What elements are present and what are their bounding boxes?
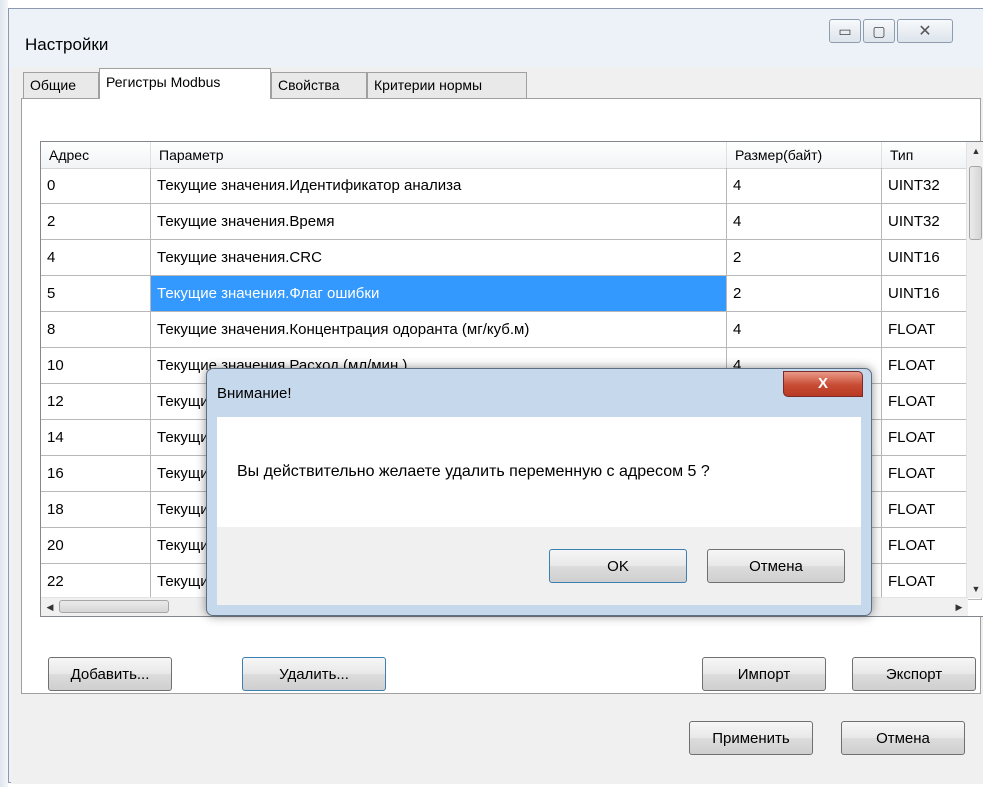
tab-general[interactable]: Общие xyxy=(23,72,99,98)
cancel-button[interactable]: Отмена xyxy=(841,721,965,755)
table-row[interactable]: 8 Текущие значения.Концентрация одоранта … xyxy=(41,312,982,348)
cell-address[interactable]: 2 xyxy=(41,204,151,240)
close-button[interactable]: ✕ xyxy=(897,19,953,43)
dialog-close-button[interactable]: X xyxy=(783,371,863,397)
table-row[interactable]: 0 Текущие значения.Идентификатор анализа 4… xyxy=(41,168,982,204)
table-row[interactable]: 4 Текущие значения.CRC 2 UINT16 xyxy=(41,240,982,276)
column-header-parameter[interactable]: Параметр xyxy=(151,142,727,168)
import-button[interactable]: Импорт xyxy=(702,657,826,691)
desktop-edge xyxy=(0,0,8,787)
cell-parameter[interactable]: Текущие значения.Концентрация одоранта (… xyxy=(151,312,727,348)
cell-size[interactable]: 2 xyxy=(727,276,882,312)
vertical-scrollbar[interactable]: ▲ ▼ xyxy=(966,142,983,598)
scroll-left-arrow-icon[interactable]: ◀ xyxy=(41,598,59,616)
minimize-button[interactable]: ▭ xyxy=(829,19,861,43)
cell-address[interactable]: 12 xyxy=(41,384,151,420)
delete-button[interactable]: Удалить... xyxy=(242,657,386,691)
cell-address[interactable]: 5 xyxy=(41,276,151,312)
cell-address[interactable]: 20 xyxy=(41,528,151,564)
cell-address[interactable]: 0 xyxy=(41,168,151,204)
column-header-size[interactable]: Размер(байт) xyxy=(727,142,882,168)
scroll-down-arrow-icon[interactable]: ▼ xyxy=(967,580,983,598)
cell-parameter[interactable]: Текущие значения.Идентификатор анализа xyxy=(151,168,727,204)
cell-size[interactable]: 4 xyxy=(727,168,882,204)
close-icon: ✕ xyxy=(918,23,932,40)
dialog-body: Вы действительно желаете удалить перемен… xyxy=(217,417,861,527)
scroll-right-arrow-icon[interactable]: ▶ xyxy=(950,598,968,616)
minimize-icon: ▭ xyxy=(838,22,852,39)
vertical-scroll-thumb[interactable] xyxy=(969,166,982,240)
cell-address[interactable]: 22 xyxy=(41,564,151,600)
dialog-cancel-button[interactable]: Отмена xyxy=(707,549,845,583)
dialog-title: Внимание! xyxy=(217,385,292,402)
confirm-delete-dialog: Внимание! X Вы действительно желаете уда… xyxy=(206,368,872,616)
table-row[interactable]: 5 Текущие значения.Флаг ошибки 2 UINT16 xyxy=(41,276,982,312)
dialog-ok-button[interactable]: OK xyxy=(549,549,687,583)
tab-norm-criteria[interactable]: Критерии нормы xyxy=(367,72,527,98)
cell-size[interactable]: 4 xyxy=(727,204,882,240)
dialog-message: Вы действительно желаете удалить перемен… xyxy=(237,463,710,480)
cell-size[interactable]: 2 xyxy=(727,240,882,276)
cell-address[interactable]: 10 xyxy=(41,348,151,384)
export-button[interactable]: Экспорт xyxy=(852,657,976,691)
cell-address[interactable]: 16 xyxy=(41,456,151,492)
cell-address[interactable]: 4 xyxy=(41,240,151,276)
add-button[interactable]: Добавить... xyxy=(48,657,172,691)
scroll-up-arrow-icon[interactable]: ▲ xyxy=(967,142,983,160)
cell-address[interactable]: 18 xyxy=(41,492,151,528)
horizontal-scroll-thumb[interactable] xyxy=(59,600,169,613)
cell-parameter[interactable]: Текущие значения.Флаг ошибки xyxy=(151,276,727,312)
tab-modbus-registers[interactable]: Регистры Modbus xyxy=(99,68,271,99)
cell-parameter[interactable]: Текущие значения.Время xyxy=(151,204,727,240)
column-header-address[interactable]: Адрес xyxy=(41,142,151,168)
cell-size[interactable]: 4 xyxy=(727,312,882,348)
window-title: Настройки xyxy=(25,35,109,54)
cell-address[interactable]: 14 xyxy=(41,420,151,456)
cell-parameter[interactable]: Текущие значения.CRC xyxy=(151,240,727,276)
table-row[interactable]: 2 Текущие значения.Время 4 UINT32 xyxy=(41,204,982,240)
close-icon: X xyxy=(817,375,828,392)
grid-header: Адрес Параметр Размер(байт) Тип xyxy=(41,142,982,169)
dialog-footer: OK Отмена xyxy=(217,527,861,605)
tab-properties[interactable]: Свойства xyxy=(271,72,367,98)
cell-address[interactable]: 8 xyxy=(41,312,151,348)
maximize-icon: ▢ xyxy=(872,22,886,39)
apply-button[interactable]: Применить xyxy=(689,721,813,755)
maximize-button[interactable]: ▢ xyxy=(863,19,895,43)
